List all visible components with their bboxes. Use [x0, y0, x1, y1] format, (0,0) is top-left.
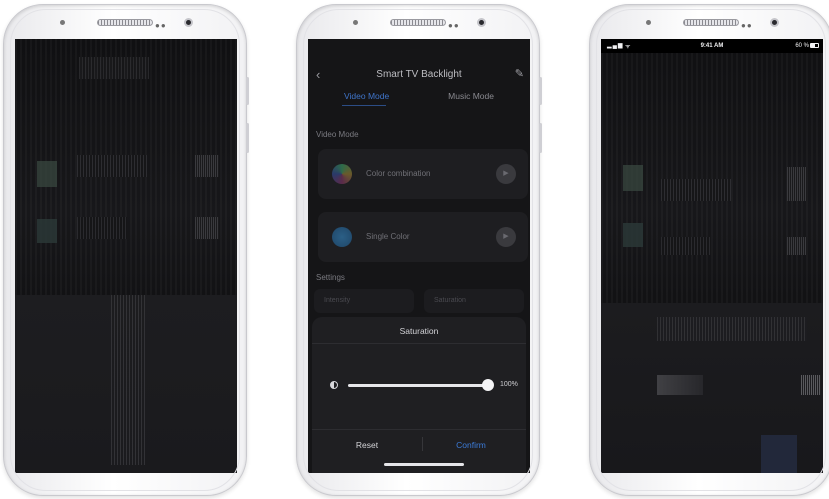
status-bar [308, 45, 530, 57]
edit-icon[interactable]: ✎ [515, 67, 524, 80]
sheet-title: Saturation [399, 326, 439, 336]
glitch-band [661, 237, 711, 255]
battery-icon [810, 43, 819, 48]
glitch-band [801, 375, 821, 395]
proximity-sensor [353, 20, 358, 25]
glitch-band [195, 155, 219, 177]
tab-video-mode[interactable]: Video Mode [344, 91, 389, 101]
front-camera [770, 18, 779, 27]
section-heading-video-mode: Video Mode [316, 130, 359, 139]
section-heading-settings: Settings [316, 273, 345, 282]
screen-left [15, 39, 237, 473]
page-title: Smart TV Backlight [376, 69, 462, 80]
status-time: 9:41 AM [700, 43, 724, 49]
saturation-slider-thumb[interactable] [482, 379, 494, 391]
glitch-band [195, 217, 219, 239]
reset-button[interactable]: Reset [342, 440, 392, 450]
glitch-band [657, 317, 807, 341]
saturation-sheet: Saturation 100% Reset Confirm [312, 317, 526, 473]
screen-middle: ‹ Smart TV Backlight ✎ Video Mode Music … [308, 39, 530, 473]
slider-value: 100% [500, 381, 518, 388]
glitch-band [761, 435, 797, 473]
mode-tabs: Video Mode Music Mode [308, 91, 530, 109]
divider [312, 429, 526, 430]
glitch-band [77, 217, 127, 239]
play-icon[interactable]: ▶ [496, 227, 516, 247]
sensor-dots: ●● [155, 21, 167, 30]
glitch-band [623, 223, 643, 247]
status-bar: ▂▄▆ ᯤ 9:41 AM 60 % [601, 39, 823, 53]
front-camera [184, 18, 193, 27]
mockup-stage: ●● ●● ‹ Smart TV Backlight ✎ Video Mode … [0, 0, 829, 499]
card-label: Single Color [366, 232, 410, 241]
intensity-setting[interactable]: Intensity [314, 289, 414, 313]
saturation-slider-track[interactable] [348, 384, 488, 387]
nav-bar: ‹ Smart TV Backlight ✎ [308, 63, 530, 85]
contrast-icon [330, 381, 338, 389]
power-button [246, 123, 249, 153]
single-color-card[interactable]: Single Color ▶ [318, 212, 528, 262]
phone-middle: ●● ‹ Smart TV Backlight ✎ Video Mode Mus… [296, 4, 542, 496]
card-label: Color combination [366, 169, 431, 178]
glitch-band [37, 161, 57, 187]
glitch-band [623, 165, 643, 191]
glitch-band [77, 155, 147, 177]
front-camera [477, 18, 486, 27]
color-combination-card[interactable]: Color combination ▶ [318, 149, 528, 199]
tab-music-mode[interactable]: Music Mode [448, 91, 494, 101]
color-dot-icon [332, 227, 352, 247]
earpiece [390, 19, 446, 26]
tab-indicator [342, 105, 386, 106]
volume-button [539, 77, 542, 105]
proximity-sensor [646, 20, 651, 25]
glitch-band [79, 57, 149, 79]
button-divider [422, 437, 423, 451]
home-indicator [384, 463, 464, 466]
glitch-column [111, 295, 145, 465]
screen-right: ▂▄▆ ᯤ 9:41 AM 60 % [601, 39, 823, 473]
earpiece [97, 19, 153, 26]
glitch-band [657, 375, 703, 395]
confirm-button[interactable]: Confirm [446, 440, 496, 450]
divider [312, 343, 526, 344]
volume-button [246, 77, 249, 105]
glitch-band [661, 179, 731, 201]
battery-percent: 60 % [795, 43, 809, 49]
power-button [539, 123, 542, 153]
phone-right: ●● ▂▄▆ ᯤ 9:41 AM 60 % [589, 4, 829, 496]
setting-label: Saturation [434, 297, 466, 304]
glitch-band [787, 167, 807, 201]
play-icon[interactable]: ▶ [496, 164, 516, 184]
saturation-setting[interactable]: Saturation [424, 289, 524, 313]
sensor-dots: ●● [741, 21, 753, 30]
setting-label: Intensity [324, 297, 351, 304]
sensor-dots: ●● [448, 21, 460, 30]
earpiece [683, 19, 739, 26]
color-wheel-icon [332, 164, 352, 184]
glitch-band [787, 237, 807, 255]
phone-left: ●● [3, 4, 249, 496]
glitch-band [37, 219, 57, 243]
proximity-sensor [60, 20, 65, 25]
